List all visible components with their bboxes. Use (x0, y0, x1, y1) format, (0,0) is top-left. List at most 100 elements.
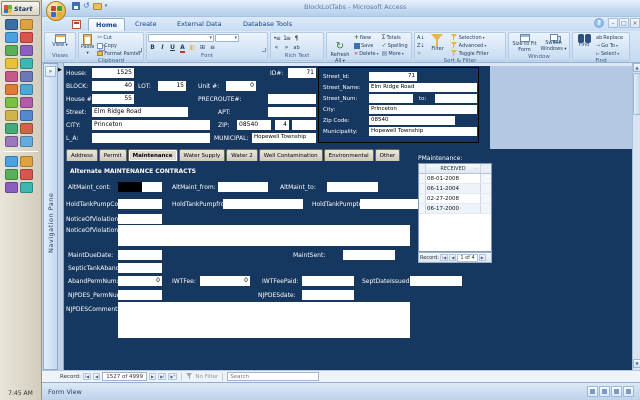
design-view-shortcut-icon[interactable] (623, 386, 634, 397)
switch-windows-button[interactable]: Switch Windows (540, 34, 568, 52)
row-selector-cell[interactable] (419, 184, 426, 193)
goto-button[interactable]: Go To (595, 42, 624, 49)
tray-icon[interactable] (5, 156, 18, 167)
datasheet-row[interactable]: 06-17-2000 (419, 204, 491, 214)
first-record-button[interactable] (83, 373, 91, 380)
totals-button[interactable]: Totals (381, 34, 409, 41)
taskbar-app-icon[interactable] (20, 71, 33, 82)
taskbar-app-icon[interactable] (5, 45, 18, 56)
id-input[interactable]: 71 (288, 68, 316, 78)
sort-descending-button[interactable] (416, 42, 426, 49)
spelling-button[interactable]: Spelling (381, 42, 409, 49)
delete-button[interactable]: Delete (353, 50, 380, 57)
taskbar-app-icon[interactable] (20, 84, 33, 95)
street-num-input[interactable] (369, 94, 413, 103)
apt-input[interactable] (268, 107, 316, 117)
taskbar-app-icon[interactable] (5, 19, 18, 30)
altmaint-cont-input[interactable] (118, 182, 162, 192)
subform-record-position[interactable]: 1 of 4 (457, 254, 477, 262)
row-selector-cell[interactable] (419, 204, 426, 213)
septictankaband-input[interactable] (118, 263, 162, 273)
taskbar-app-icon[interactable] (5, 84, 18, 95)
font-color-button[interactable] (178, 43, 187, 51)
unit-input[interactable]: 0 (226, 81, 256, 91)
received-date-cell[interactable]: 08-01-2008 (426, 174, 480, 183)
septdateissued-input[interactable] (410, 276, 462, 286)
navigation-pane-collapsed[interactable]: Navigation Pane (43, 63, 58, 370)
previous-record-button[interactable] (93, 373, 100, 380)
city-input[interactable]: Princeton (92, 120, 210, 130)
last-record-button[interactable] (158, 373, 166, 380)
taskbar-app-icon[interactable] (20, 110, 33, 121)
datasheet-select-all-cell[interactable] (419, 164, 426, 173)
save-record-button[interactable]: Save (353, 42, 380, 49)
advanced-filter-button[interactable]: Advanced (450, 42, 490, 49)
tray-icon[interactable] (20, 169, 33, 180)
font-size-select[interactable] (215, 34, 239, 42)
ribbon-tab-create[interactable]: Create (128, 18, 164, 31)
undo-icon[interactable]: ↺ (83, 2, 90, 10)
street-id-input[interactable]: 71 (369, 72, 417, 81)
open-folder-icon[interactable] (93, 3, 102, 10)
paragraph-marks-button[interactable] (292, 34, 301, 42)
taskbar-app-icon[interactable] (20, 97, 33, 108)
iwtfeepaid-input[interactable] (302, 276, 354, 286)
office-button[interactable] (46, 1, 66, 21)
tab-environmental[interactable]: Environmental (324, 149, 374, 161)
taskbar-app-icon[interactable] (5, 110, 18, 121)
street-name-input[interactable]: Elm Ridge Road (369, 83, 477, 92)
row-selector-cell[interactable] (419, 194, 426, 203)
taskbar-app-icon[interactable] (5, 97, 18, 108)
taskbar-app-icon[interactable] (5, 136, 18, 147)
cut-button[interactable]: Cut (96, 34, 142, 41)
bold-button[interactable]: B (148, 43, 157, 51)
bullets-button[interactable] (272, 34, 281, 42)
holdtankpumpcont-input[interactable] (118, 199, 162, 209)
noticeofviolations-input[interactable] (118, 214, 162, 224)
find-button[interactable]: Find (574, 34, 594, 49)
tray-icon[interactable] (5, 182, 18, 193)
la-input[interactable] (92, 133, 210, 143)
taskbar-app-icon[interactable] (20, 136, 33, 147)
clipboard-dialog-launcher-icon[interactable] (138, 48, 142, 52)
datasheet-row[interactable]: 08-01-2008 (419, 174, 491, 184)
lot-input[interactable]: 15 (158, 81, 186, 91)
expand-navigation-pane-icon[interactable] (45, 66, 56, 77)
street-num-to-input[interactable] (435, 94, 477, 103)
municipal-input[interactable]: Hopewell Township (252, 133, 316, 143)
record-position[interactable]: 1527 of 4999 (102, 372, 147, 381)
vertical-scrollbar[interactable]: ▲ ▼ (632, 63, 640, 370)
house-no-input[interactable]: 55 (92, 94, 134, 104)
taskbar-app-icon[interactable] (5, 123, 18, 134)
abandpermnum-input[interactable]: 0 (118, 276, 162, 286)
noticeofviolation-no-input[interactable] (118, 225, 410, 246)
font-dialog-launcher-icon[interactable] (262, 48, 266, 52)
datasheet-row[interactable]: 02-27-2008 (419, 194, 491, 204)
subform-first-record-button[interactable] (440, 254, 448, 261)
italic-button[interactable]: I (158, 43, 167, 51)
datasheet-row[interactable]: 06-11-2004 (419, 184, 491, 194)
new-record-nav-button[interactable] (168, 373, 177, 380)
scroll-up-icon[interactable]: ▲ (633, 63, 640, 72)
subform-next-record-button[interactable] (479, 254, 486, 261)
font-name-select[interactable] (148, 34, 214, 42)
iwtfee-input[interactable]: 0 (200, 276, 250, 286)
refresh-all-button[interactable]: Refresh All (328, 34, 352, 64)
sort-ascending-button[interactable] (416, 34, 426, 41)
new-record-button[interactable]: New (353, 34, 380, 41)
tray-icon[interactable] (20, 156, 33, 167)
window-restore-icon[interactable]: □ (619, 18, 629, 28)
format-painter-button[interactable]: Format Painter (96, 50, 142, 57)
house-input[interactable]: 1525 (92, 68, 134, 78)
text-formatting-button[interactable] (292, 43, 301, 51)
holdtankpumpfrom-input[interactable] (223, 199, 303, 209)
datasheet-view-shortcut-icon[interactable] (599, 386, 610, 397)
save-icon[interactable] (72, 2, 80, 10)
next-record-button[interactable] (149, 373, 156, 380)
received-date-cell[interactable]: 06-11-2004 (426, 184, 480, 193)
taskbar-app-icon[interactable] (5, 71, 18, 82)
paste-button[interactable]: Paste (80, 34, 95, 56)
taskbar-app-icon[interactable] (20, 58, 33, 69)
fill-color-button[interactable] (188, 43, 197, 51)
block-input[interactable]: 40 (92, 81, 134, 91)
